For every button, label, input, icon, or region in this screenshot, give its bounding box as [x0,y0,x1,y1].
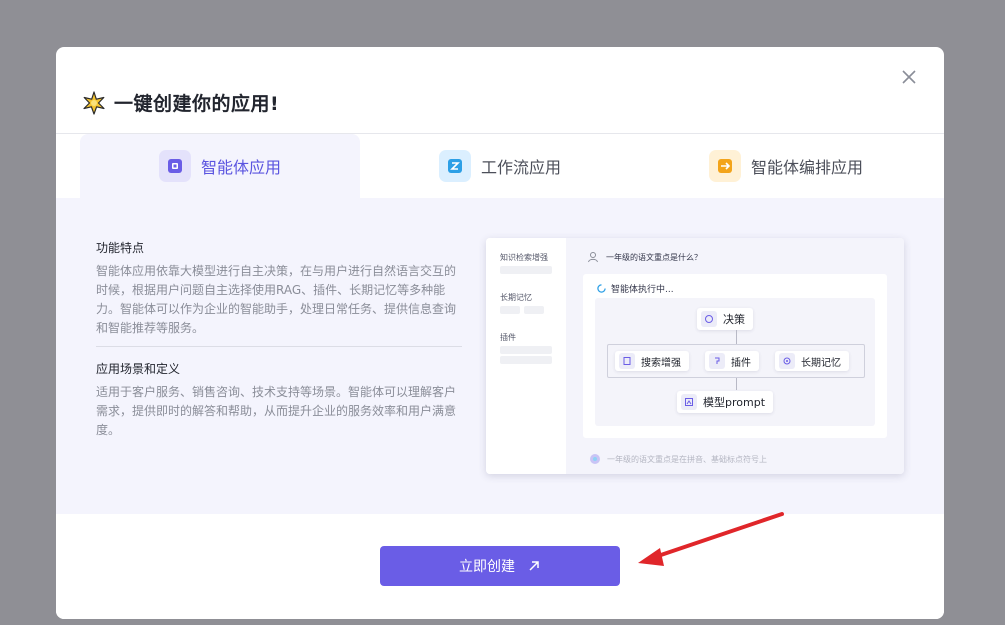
memory-icon [779,353,795,369]
executing-text: 智能体执行中... [611,285,674,295]
search-doc-icon [619,353,635,369]
node-prompt: 模型prompt [677,391,774,413]
plugin-icon [709,353,725,369]
tab-label: 工作流应用 [480,158,561,177]
preview-question: 一年级的语文重点是什么？ [586,248,702,266]
placeholder-bar [500,346,552,354]
features-section: 功能特点 智能体应用依靠大模型进行自主决策，在与用户进行自然语言交互的时候，根据… [96,239,462,338]
modal-footer: 立即创建 [56,514,944,619]
brain-icon [701,311,717,327]
node-label: 模型prompt [703,396,766,409]
preview-answer: 一年级的语文重点是在拼音、基础标点符号上 [583,448,887,470]
node-plugin: 插件 [705,351,759,371]
create-button-label: 立即创建 [459,558,515,574]
arrow-up-right-icon [529,561,539,571]
prompt-icon [681,394,697,410]
scenarios-title: 应用场景和定义 [96,362,181,376]
answer-text: 一年级的语文重点是在拼音、基础标点符号上 [607,454,767,464]
placeholder-bar [524,306,544,314]
preview-side-label: 知识检索增强 [500,253,548,262]
node-search: 搜索增强 [615,351,689,371]
node-label: 决策 [723,313,745,326]
sparkle-star-icon [83,90,105,115]
app-type-tabs: 智能体应用 工作流应用 智能体编排应用 [56,134,944,198]
create-app-modal: 一键创建你的应用! 智能体应用 工作流应用 智能体编排应用 功能特点 智能体应用… [56,47,944,619]
question-text: 一年级的语文重点是什么？ [606,252,702,262]
close-icon[interactable] [899,67,919,87]
features-title: 功能特点 [96,241,145,255]
tab-workflow-app[interactable]: 工作流应用 [400,134,600,198]
tab-label: 智能体应用 [200,158,281,177]
modal-title: 一键创建你的应用! [114,93,280,115]
tab-agent-app[interactable]: 智能体应用 [80,134,360,198]
loading-icon [597,284,606,293]
preview-main: 一年级的语文重点是什么？ 智能体执行中... 决策 搜索增强 插件 长期记忆 模… [566,238,904,474]
tab-content-panel: 功能特点 智能体应用依靠大模型进行自主决策，在与用户进行自然语言交互的时候，根据… [56,198,944,514]
connector-line [736,330,737,344]
agent-preview-image: 知识检索增强 长期记忆 插件 一年级的语文重点是什么？ 智能体执行中... 决策… [486,238,904,474]
execution-card: 智能体执行中... 决策 搜索增强 插件 长期记忆 模型prompt [583,274,887,438]
scenarios-body: 适用于客户服务、销售咨询、技术支持等场景。智能体可以理解客户需求，提供即时的解答… [96,385,457,437]
agent-icon [158,150,191,182]
tab-orchestration-app[interactable]: 智能体编排应用 [666,134,906,198]
scenarios-section: 应用场景和定义 适用于客户服务、销售咨询、技术支持等场景。智能体可以理解客户需求… [96,360,462,440]
features-body: 智能体应用依靠大模型进行自主决策，在与用户进行自然语言交互的时候，根据用户问题自… [96,264,457,335]
preview-sidebar: 知识检索增强 长期记忆 插件 [486,238,566,474]
placeholder-bar [500,266,552,274]
node-memory: 长期记忆 [775,351,849,371]
node-label: 长期记忆 [801,357,841,369]
create-now-button[interactable]: 立即创建 [380,546,620,586]
modal-header: 一键创建你的应用! [82,89,279,116]
flow-diagram: 决策 搜索增强 插件 长期记忆 模型prompt [595,298,875,426]
preview-side-label: 长期记忆 [500,293,532,302]
placeholder-bar [500,306,520,314]
connector-line [736,378,737,390]
red-arrow-annotation [638,512,784,566]
workflow-icon [438,150,471,182]
preview-side-label: 插件 [500,333,516,342]
user-icon [588,252,598,263]
bot-icon [590,454,600,464]
orchestration-icon [708,150,741,182]
node-label: 搜索增强 [641,357,681,369]
section-divider [96,346,462,347]
tab-label: 智能体编排应用 [750,158,863,177]
placeholder-bar [500,356,552,364]
executing-status: 智能体执行中... [597,282,674,295]
node-label: 插件 [731,357,751,369]
node-decision: 决策 [697,308,753,330]
